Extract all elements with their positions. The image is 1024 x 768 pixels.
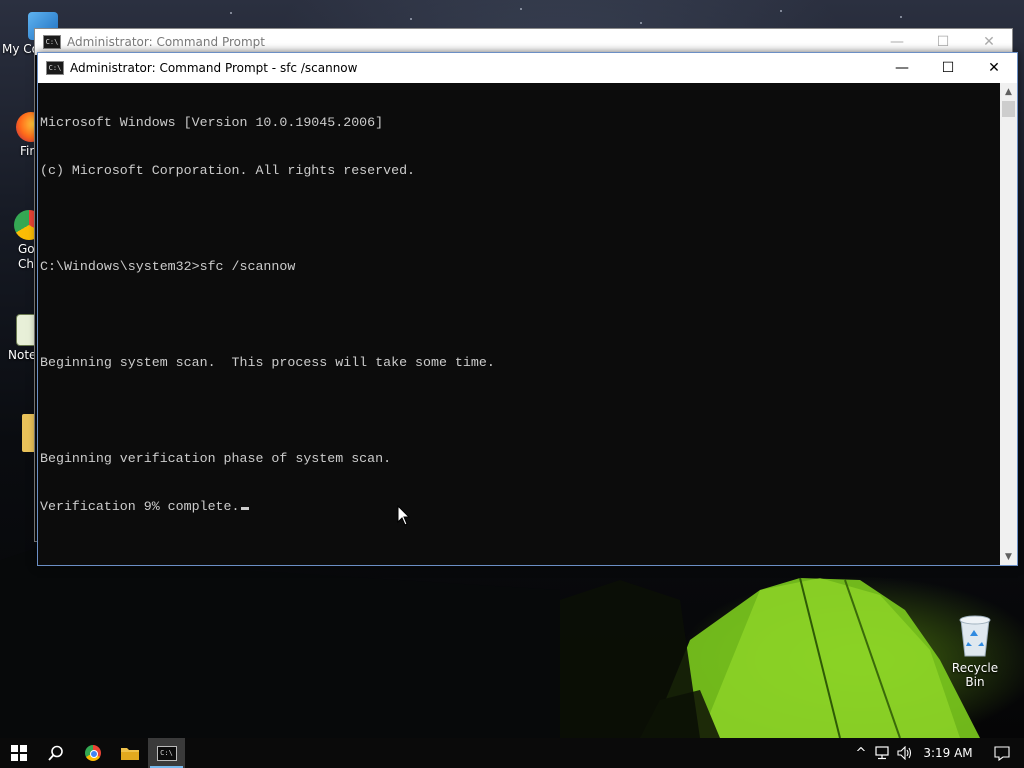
scroll-up-arrow-icon[interactable]: ▲ [1000, 83, 1017, 100]
folder-icon [120, 748, 139, 760]
chrome-icon [84, 745, 101, 761]
console-line-progress: Verification 9% complete. [40, 499, 1001, 515]
action-center-glyph [994, 745, 1010, 761]
mouse-pointer-icon [397, 505, 411, 526]
maximize-button[interactable]: ☐ [925, 53, 971, 83]
text-cursor [240, 507, 249, 510]
scrollbar-thumb[interactable] [1002, 101, 1015, 117]
start-button[interactable] [0, 738, 37, 768]
clock-time[interactable]: 3:19 AM [916, 746, 980, 760]
notification-icon[interactable] [980, 738, 1024, 768]
speaker-glyph [897, 746, 912, 760]
search-icon [47, 745, 63, 761]
vertical-scrollbar[interactable]: ▲ ▼ [1000, 83, 1017, 565]
scroll-down-arrow-icon[interactable]: ▼ [1000, 548, 1017, 565]
network-monitor-glyph [875, 746, 889, 760]
console-icon: C:\ [46, 61, 64, 75]
show-hidden-icons-chevron-icon[interactable]: ^ [850, 738, 872, 768]
desktop-icon-recycle-bin[interactable]: Recycle Bin [942, 612, 1008, 689]
console-line: C:\Windows\system32>sfc /scannow [40, 259, 296, 274]
search-button[interactable] [37, 738, 74, 768]
taskbar-command-prompt-button[interactable]: C:\ [148, 738, 185, 768]
background-window-title: Administrator: Command Prompt [67, 35, 265, 49]
close-button[interactable]: ✕ [971, 53, 1017, 83]
console-line: Microsoft Windows [Version 10.0.19045.20… [40, 115, 384, 130]
progress-text: Verification 9% complete. [40, 499, 240, 514]
console-line: Beginning verification phase of system s… [40, 451, 392, 466]
console-line: Beginning system scan. This process will… [40, 355, 495, 370]
console-line: (c) Microsoft Corporation. All rights re… [40, 163, 416, 178]
recycle-bin-icon [959, 615, 991, 657]
command-prompt-window[interactable]: C:\ Administrator: Command Prompt - sfc … [37, 52, 1018, 566]
console-icon: C:\ [156, 745, 177, 761]
taskbar: C:\ ^ 3:19 AM [0, 738, 1024, 768]
volume-icon[interactable] [894, 738, 916, 768]
taskbar-file-explorer-button[interactable] [111, 738, 148, 768]
window-titlebar[interactable]: C:\ Administrator: Command Prompt - sfc … [38, 53, 1017, 83]
taskbar-chrome-button[interactable] [74, 738, 111, 768]
console-output[interactable]: Microsoft Windows [Version 10.0.19045.20… [38, 83, 1001, 565]
system-tray: ^ 3:19 AM [850, 738, 1024, 768]
recycle-bin-label: Recycle Bin [951, 661, 999, 689]
window-title: Administrator: Command Prompt - sfc /sca… [70, 61, 358, 75]
windows-logo-icon [10, 745, 27, 761]
console-icon: C:\ [43, 35, 61, 49]
minimize-button[interactable]: — [879, 53, 925, 83]
network-icon[interactable] [872, 738, 894, 768]
